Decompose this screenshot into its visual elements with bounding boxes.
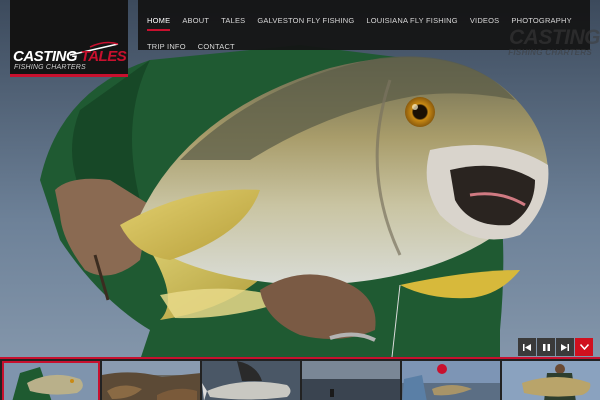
thumbnail-1[interactable] xyxy=(2,361,100,400)
thumbnail-6[interactable] xyxy=(502,361,600,400)
angler-photo-icon xyxy=(402,361,500,400)
thumbnail-4[interactable] xyxy=(302,361,400,400)
photo-watermark: CASTING FISHING CHARTERS xyxy=(490,26,600,57)
nav-item-label: GALVESTON FLY FISHING xyxy=(257,16,355,25)
water-photo-icon xyxy=(302,361,400,400)
previous-button[interactable] xyxy=(518,338,536,356)
rocks-photo-icon xyxy=(102,361,200,400)
nav-item-trip-info[interactable]: TRIP INFO xyxy=(141,36,192,62)
chevron-down-icon xyxy=(579,344,589,350)
previous-icon xyxy=(523,343,531,351)
logo-word-tales: TALES xyxy=(80,48,127,65)
nav-item-home[interactable]: HOME xyxy=(141,10,176,36)
watermark-sub: FISHING CHARTERS xyxy=(508,48,592,57)
nav-item-tales[interactable]: TALES xyxy=(215,10,251,36)
nav-item-label: HOME xyxy=(147,15,171,31)
toggle-thumbnails-button[interactable] xyxy=(575,338,593,356)
fish-held-photo-icon xyxy=(502,361,600,400)
next-button[interactable] xyxy=(556,338,574,356)
next-icon xyxy=(561,343,569,351)
logo-subline: FISHING CHARTERS xyxy=(14,64,86,71)
nav-item-label: TRIP INFO xyxy=(147,42,186,51)
redfish-photo-icon xyxy=(2,361,100,400)
nav-item-label: LOUISIANA FLY FISHING xyxy=(366,16,458,25)
nav-item-about[interactable]: ABOUT xyxy=(176,10,215,36)
nav-item-galveston-fly-fishing[interactable]: GALVESTON FLY FISHING xyxy=(251,10,360,36)
nav-item-label: TALES xyxy=(221,16,246,25)
logo-word-casting: CASTING xyxy=(13,48,78,65)
nav-item-contact[interactable]: CONTACT xyxy=(192,36,241,62)
site-logo[interactable]: CASTING TALES FISHING CHARTERS xyxy=(10,0,128,77)
pause-button[interactable] xyxy=(537,338,555,356)
fish-closeup-photo-icon xyxy=(202,361,300,400)
slideshow-controls xyxy=(518,338,593,356)
nav-item-label: VIDEOS xyxy=(469,16,500,25)
logo-wordmark: CASTING TALES xyxy=(13,48,127,65)
thumbnail-3[interactable] xyxy=(202,361,300,400)
thumbnail-strip xyxy=(0,357,600,400)
pause-icon xyxy=(542,343,550,351)
thumbnail-5[interactable] xyxy=(402,361,500,400)
nav-item-label: ABOUT xyxy=(182,16,210,25)
thumbnail-2[interactable] xyxy=(102,361,200,400)
nav-item-label: CONTACT xyxy=(197,42,235,51)
nav-item-louisiana-fly-fishing[interactable]: LOUISIANA FLY FISHING xyxy=(360,10,463,36)
watermark-main: CASTING xyxy=(509,26,600,49)
